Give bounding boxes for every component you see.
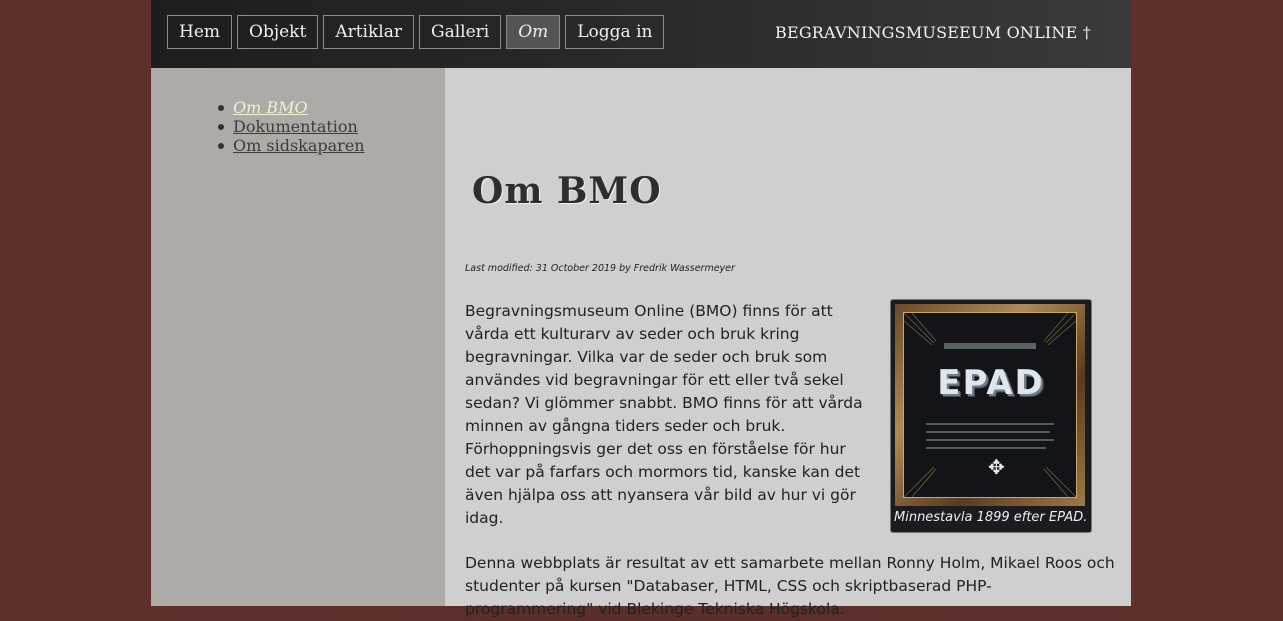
nav-logga-in-button[interactable]: Logga in xyxy=(565,15,665,49)
memorial-plaque-image: EPAD ✥ xyxy=(895,304,1085,506)
plaque-epad-text: EPAD xyxy=(937,363,1045,403)
site-title[interactable]: BEGRAVNINGSMUSEEUM ONLINE † xyxy=(775,23,1091,42)
sidebar-link-om-sidskaparen[interactable]: Om sidskaparen xyxy=(233,136,365,155)
nav-hem-button[interactable]: Hem xyxy=(167,15,233,49)
main-nav: Hem Objekt Artiklar Galleri Om Logga in xyxy=(167,15,665,49)
main-content: Om BMO Last modified: 31 October 2019 by… xyxy=(445,68,1131,618)
hand-ornament-icon: ✥ xyxy=(988,455,1005,479)
nav-objekt-button[interactable]: Objekt xyxy=(237,15,319,49)
page-container: Hem Objekt Artiklar Galleri Om Logga in … xyxy=(151,0,1131,618)
page-title: Om BMO xyxy=(472,170,662,212)
last-modified-text: Last modified: 31 October 2019 by Fredri… xyxy=(465,263,735,274)
sidebar: Om BMO Dokumentation Om sidskaparen xyxy=(151,68,445,606)
sidebar-link-dokumentation[interactable]: Dokumentation xyxy=(233,117,358,136)
nav-om-button[interactable]: Om xyxy=(506,15,561,49)
sidebar-menu: Om BMO Dokumentation Om sidskaparen xyxy=(218,98,365,155)
nav-galleri-button[interactable]: Galleri xyxy=(418,15,502,49)
nav-artiklar-button[interactable]: Artiklar xyxy=(323,15,414,49)
sidebar-item-om-sidskaparen: Om sidskaparen xyxy=(218,136,365,155)
sidebar-link-om-bmo[interactable]: Om BMO xyxy=(233,98,308,117)
collaboration-paragraph: Denna webbplats är resultat av ett samar… xyxy=(465,554,1115,618)
intro-paragraph: Begravningsmuseum Online (BMO) finns för… xyxy=(465,302,863,527)
sidebar-item-dokumentation: Dokumentation xyxy=(218,117,365,136)
top-navbar: Hem Objekt Artiklar Galleri Om Logga in … xyxy=(151,0,1131,68)
memorial-plaque-figure: EPAD ✥ Minnestavla 1899 efter EPAD. xyxy=(890,299,1092,533)
sidebar-item-om-bmo: Om BMO xyxy=(218,98,365,117)
figure-caption: Minnestavla 1899 efter EPAD. xyxy=(894,510,1088,525)
